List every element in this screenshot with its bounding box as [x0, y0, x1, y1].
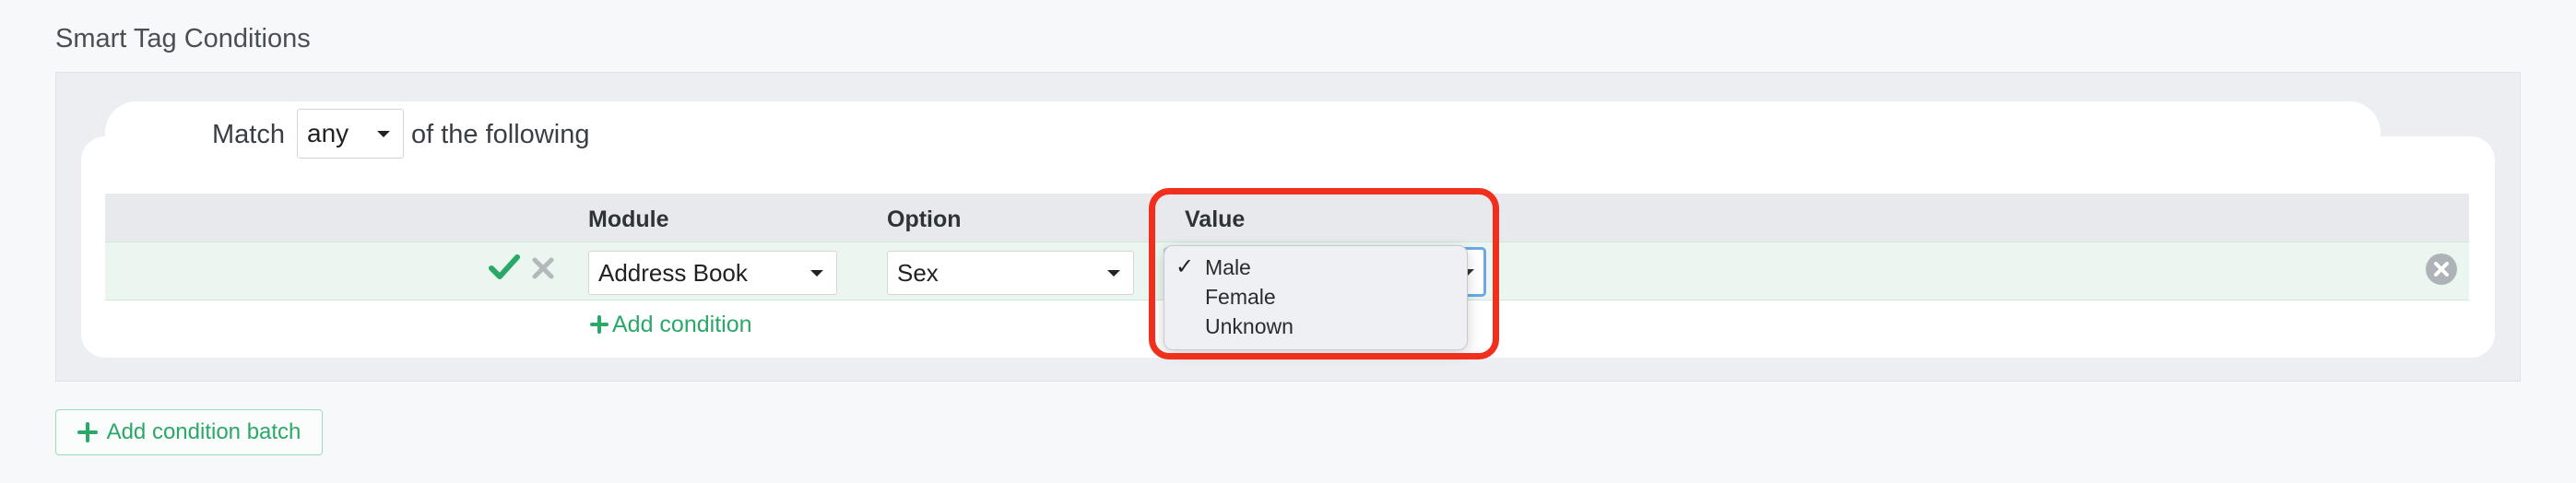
module-select[interactable]: Address Book: [588, 251, 837, 295]
option-select-value: Sex: [897, 258, 939, 287]
column-header-module: Module: [588, 206, 669, 232]
add-condition-label: Add condition: [612, 312, 752, 337]
plus-icon: [77, 422, 98, 442]
chevron-down-icon: [1107, 270, 1120, 277]
plus-icon: [590, 315, 609, 334]
match-prefix-label: Match: [212, 120, 285, 149]
chevron-down-icon: [810, 270, 823, 277]
confirm-check-icon[interactable]: [489, 253, 520, 287]
match-mode-select[interactable]: any: [297, 109, 404, 159]
add-condition-batch-label: Add condition batch: [106, 419, 301, 444]
match-suffix-label: of the following: [411, 120, 590, 149]
value-highlight-box: [1149, 188, 1499, 359]
remove-condition-icon[interactable]: [2425, 253, 2458, 290]
section-title: Smart Tag Conditions: [55, 24, 311, 53]
column-header-option: Option: [887, 206, 962, 232]
option-select[interactable]: Sex: [887, 251, 1134, 295]
module-select-value: Address Book: [598, 258, 748, 287]
chevron-down-icon: [377, 131, 390, 137]
add-condition-link[interactable]: Add condition: [590, 312, 752, 338]
cancel-x-icon[interactable]: [531, 256, 555, 285]
add-condition-batch-button[interactable]: Add condition batch: [55, 409, 323, 455]
match-mode-value: any: [307, 119, 349, 147]
